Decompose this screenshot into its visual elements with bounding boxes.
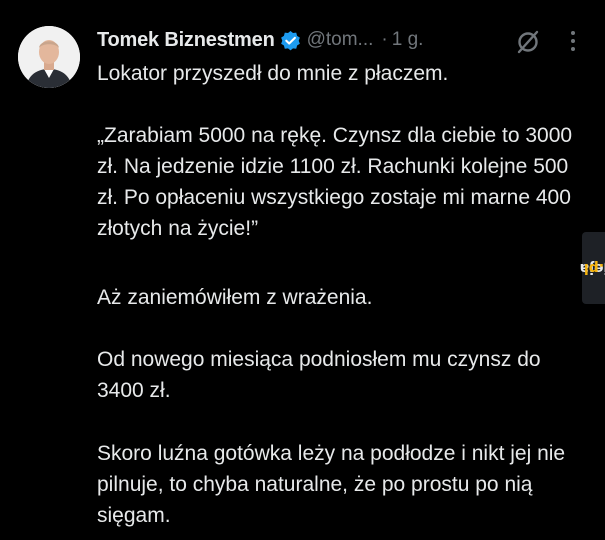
- meta-separator: ·: [381, 29, 388, 50]
- timestamp[interactable]: 1 g.: [392, 29, 424, 51]
- author-handle[interactable]: @tom...: [307, 29, 374, 51]
- verified-badge-icon: [280, 30, 301, 51]
- tweet-card: Tomek Biznestmen @tom... · 1 g. Lokator …: [0, 0, 605, 540]
- tweet-paragraph: Lokator przyszedł do mnie z płaczem.: [97, 62, 449, 85]
- more-dot: [571, 39, 575, 43]
- more-dots-icon[interactable]: [565, 27, 581, 55]
- tweet-paragraph: Skoro luźna gotówka leży na podłodze i n…: [97, 442, 571, 527]
- author-name[interactable]: Tomek Biznestmen: [97, 29, 275, 52]
- avatar[interactable]: [18, 26, 80, 88]
- tweet-paragraph: „Zarabiam 5000 na rękę. Czynsz dla ciebi…: [97, 124, 578, 240]
- watermark-suffix: .pl: [583, 260, 604, 276]
- tweet-paragraph: Od nowego miesiąca podniosłem mu czynsz …: [97, 348, 547, 402]
- grok-slash-icon[interactable]: [514, 28, 542, 56]
- profile-photo-icon: [18, 26, 80, 88]
- jeja-watermark: jeja .pl: [579, 232, 605, 304]
- more-dot: [571, 31, 575, 35]
- more-dot: [571, 47, 575, 51]
- tweet-header: Tomek Biznestmen @tom... · 1 g.: [97, 26, 423, 54]
- tweet-paragraph: Aż zaniemówiłem z wrażenia.: [97, 286, 373, 309]
